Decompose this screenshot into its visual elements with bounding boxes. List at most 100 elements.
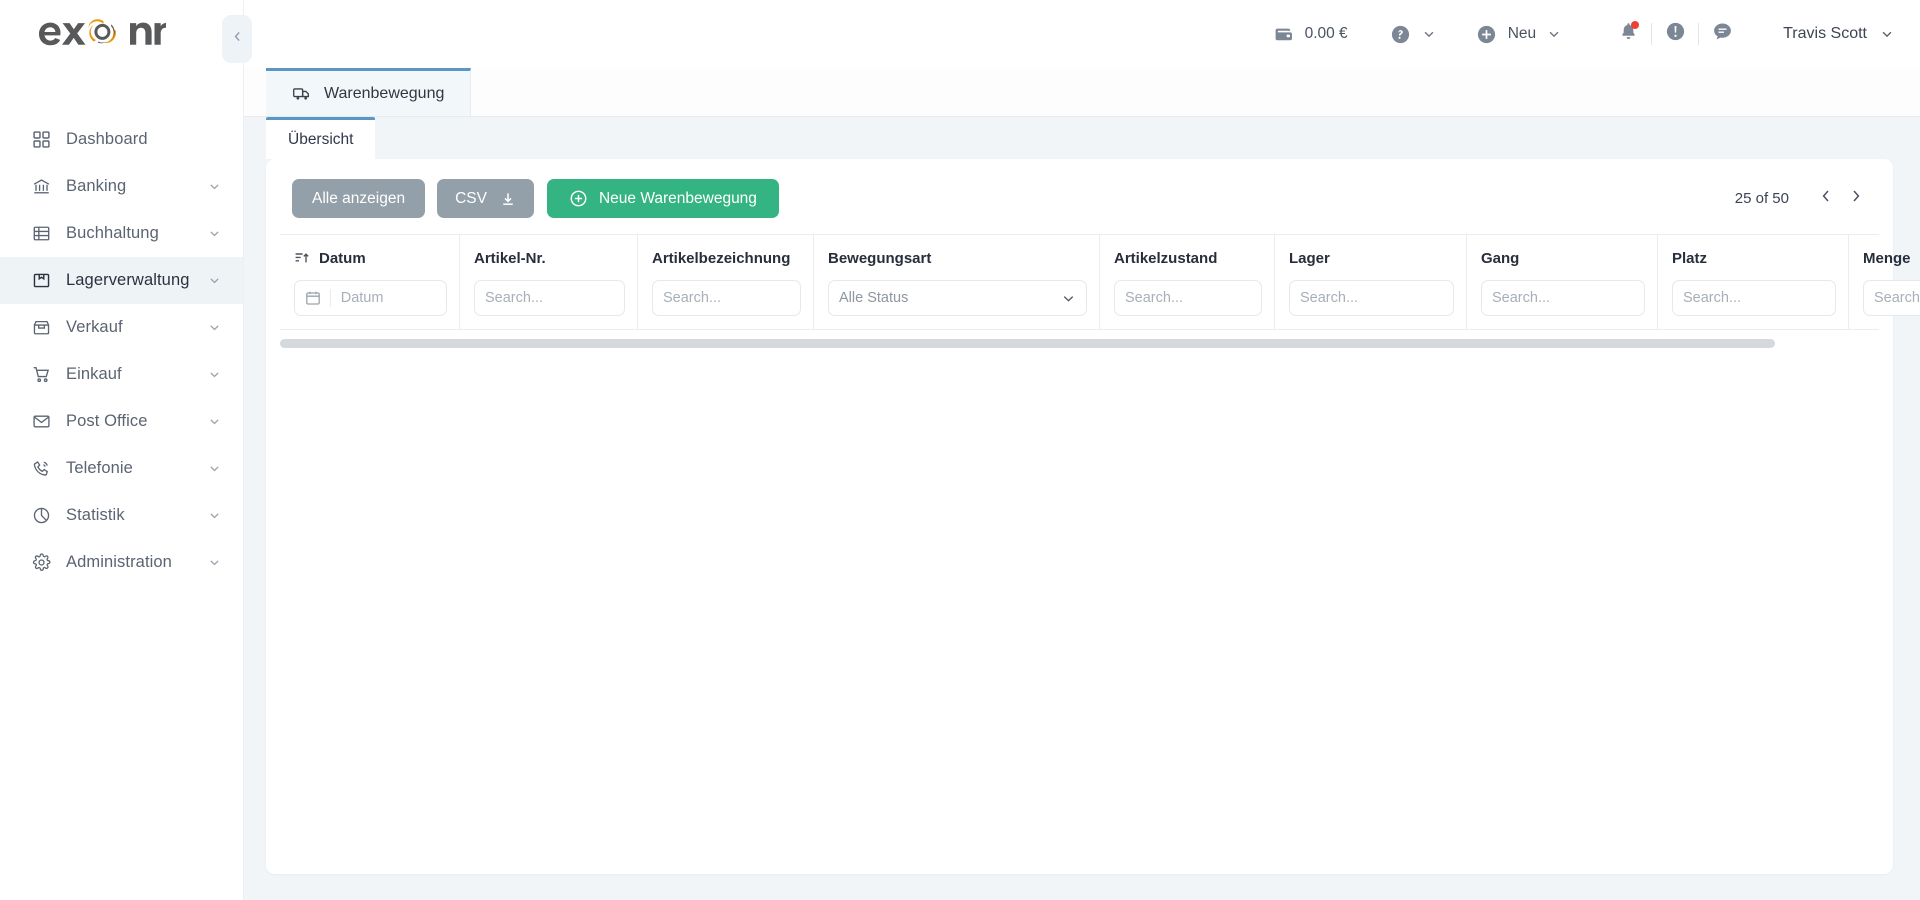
subtab-uebersicht[interactable]: Übersicht [266,117,376,159]
column-header[interactable]: Artikel-Nr. [474,247,625,269]
new-menu-label: Neu [1507,25,1537,42]
top-bar: 0.00 € Neu Travis Scott [244,0,1920,68]
envelope-icon [30,411,52,433]
chevron-down-icon [1061,291,1076,306]
column-platz: Platz [1658,235,1849,329]
chevron-down-icon [207,274,221,288]
csv-label: CSV [455,189,487,207]
plus-circle-icon [569,189,588,208]
chat-icon [1712,21,1733,47]
bank-icon [30,176,52,198]
new-movement-button[interactable]: Neue Warenbewegung [546,179,779,218]
exonn-logo-mark [38,14,166,54]
filter-artikelzustand[interactable] [1114,280,1262,316]
filter-datum-input[interactable] [340,290,436,306]
chevron-down-icon [207,556,221,570]
chevron-down-icon [207,509,221,523]
filter-lager[interactable] [1289,280,1454,316]
chevron-down-icon [1880,27,1894,41]
column-header[interactable]: Bewegungsart [828,247,1087,269]
column-header[interactable]: Menge [1863,247,1920,269]
filter-platz[interactable] [1672,280,1836,316]
sidebar-item-administration[interactable]: Administration [0,539,243,586]
phone-icon [30,458,52,480]
filter-gang[interactable] [1481,280,1645,316]
column-artikel-nr: Artikel-Nr. [460,235,638,329]
filter-platz-input[interactable] [1683,290,1825,306]
overview-card: Alle anzeigen CSV Neue Warenbewegung 25 … [266,159,1920,874]
sidebar-item-label: Statistik [66,506,125,524]
pagination-prev-button[interactable] [1811,184,1841,214]
messages-button[interactable] [1699,14,1745,54]
filter-artikelzustand-input[interactable] [1125,290,1251,306]
chevron-down-icon [207,227,221,241]
wallet-balance[interactable]: 0.00 € [1274,24,1348,44]
sidebar-item-label: Verkauf [66,318,123,336]
chevron-down-icon [207,368,221,382]
sidebar-item-lagerverwaltung[interactable]: Lagerverwaltung [0,257,243,304]
sidebar-item-banking[interactable]: Banking [0,163,243,210]
sidebar-item-label: Buchhaltung [66,224,159,242]
tab-warenbewegung[interactable]: Warenbewegung [266,68,472,116]
sidebar-item-statistik[interactable]: Statistik [0,492,243,539]
filter-bewegungsart-value: Alle Status [839,290,909,306]
alerts-button[interactable] [1652,14,1698,54]
column-header[interactable]: Datum [294,247,447,269]
sidebar-item-telefonie[interactable]: Telefonie [0,445,243,492]
chevron-left-icon [1818,188,1834,209]
help-menu[interactable] [1390,24,1436,45]
user-name: Travis Scott [1783,25,1867,42]
filter-menge-input[interactable] [1874,290,1920,306]
show-all-button[interactable]: Alle anzeigen [292,179,426,218]
filter-artikel-nr-input[interactable] [485,290,614,306]
filter-datum[interactable] [294,280,447,316]
divider [330,289,331,307]
notifications-button[interactable] [1605,14,1651,54]
filter-artikelbezeichnung-input[interactable] [663,290,790,306]
column-header-label: Platz [1672,249,1708,267]
sidebar-item-verkauf[interactable]: Verkauf [0,304,243,351]
csv-export-button[interactable]: CSV [437,179,534,218]
filter-menge[interactable] [1863,280,1920,316]
column-header-label: Datum [319,249,366,267]
column-header[interactable]: Gang [1481,247,1645,269]
sidebar-item-label: Dashboard [66,130,148,148]
horizontal-scrollbar[interactable] [280,339,1879,348]
filter-lager-input[interactable] [1300,290,1443,306]
filter-artikelbezeichnung[interactable] [652,280,801,316]
sort-ascending-icon[interactable] [294,250,310,266]
sidebar-item-buchhaltung[interactable]: Buchhaltung [0,210,243,257]
column-bewegungsart: Bewegungsart Alle Status [814,235,1100,329]
wallet-amount: 0.00 € [1304,25,1348,42]
app-root: Dashboard Banking Buchhaltung Lagerverwa… [0,0,1920,900]
column-header-label: Artikel-Nr. [474,249,546,267]
pagination-next-button[interactable] [1841,184,1871,214]
column-header-label: Artikelzustand [1114,249,1218,267]
sidebar-collapse-button[interactable] [222,15,252,63]
chevron-left-icon [231,30,244,48]
column-header[interactable]: Lager [1289,247,1454,269]
sidebar-item-label: Banking [66,177,127,195]
pagination: 25 of 50 [1735,184,1871,214]
user-menu[interactable]: Travis Scott [1783,25,1894,43]
brand-logo[interactable] [0,0,243,68]
filter-bewegungsart-select[interactable]: Alle Status [828,280,1087,316]
column-header[interactable]: Artikelbezeichnung [652,247,801,269]
sidebar-item-post-office[interactable]: Post Office [0,398,243,445]
column-header[interactable]: Platz [1672,247,1836,269]
filter-artikel-nr[interactable] [474,280,625,316]
column-header-label: Artikelbezeichnung [652,249,791,267]
sidebar-item-einkauf[interactable]: Einkauf [0,351,243,398]
sidebar-item-label: Administration [66,553,172,571]
column-datum: Datum [280,235,460,329]
scrollbar-thumb[interactable] [280,339,1776,348]
sidebar-item-dashboard[interactable]: Dashboard [0,116,243,163]
column-artikelzustand: Artikelzustand [1100,235,1275,329]
download-icon [500,191,516,207]
new-menu[interactable]: Neu [1476,24,1561,45]
column-header[interactable]: Artikelzustand [1114,247,1262,269]
pie-chart-icon [30,505,52,527]
filter-gang-input[interactable] [1492,290,1634,306]
pagination-text: 25 of 50 [1734,190,1789,207]
chevron-right-icon [1848,188,1864,209]
